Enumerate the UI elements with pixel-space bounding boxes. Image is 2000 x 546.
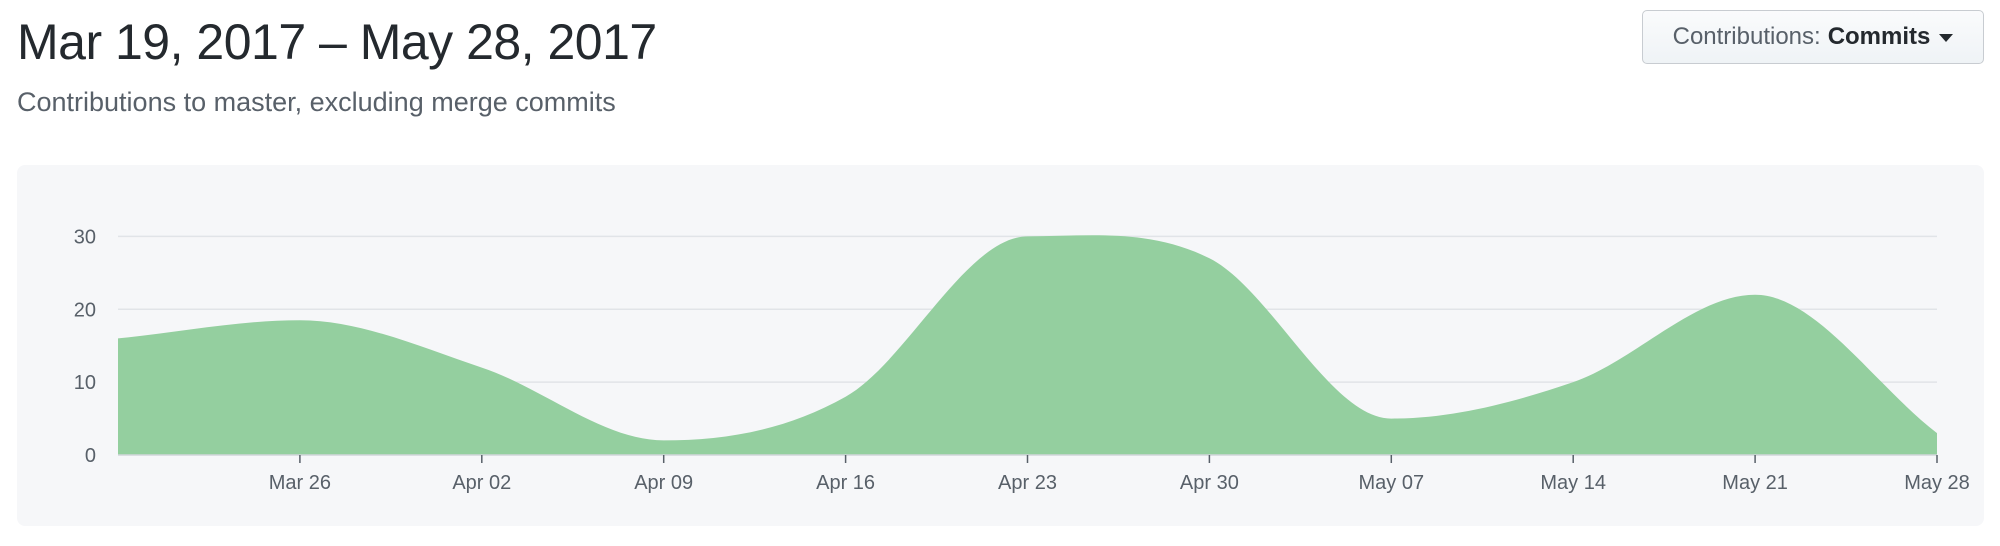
x-tick-label: Apr 02 xyxy=(452,472,511,494)
x-tick-label: May 14 xyxy=(1540,472,1606,494)
area-layer xyxy=(118,235,1937,455)
page-subtitle: Contributions to master, excluding merge… xyxy=(17,87,616,117)
y-tick-label: 10 xyxy=(74,372,96,394)
page-title: Mar 19, 2017 – May 28, 2017 xyxy=(17,14,657,70)
x-tick-label: May 28 xyxy=(1904,472,1970,494)
contributions-dropdown-button[interactable]: Contributions: Commits xyxy=(1642,10,1984,64)
x-tick-label: Apr 16 xyxy=(816,472,875,494)
contributions-label: Contributions: xyxy=(1672,23,1821,50)
caret-down-icon xyxy=(1939,34,1954,42)
y-tick-label: 0 xyxy=(85,445,96,467)
x-tick-label: May 07 xyxy=(1359,472,1425,494)
commits-area xyxy=(118,235,1937,455)
x-tick-label: May 21 xyxy=(1722,472,1788,494)
x-tick-label: Apr 09 xyxy=(634,472,693,494)
x-tick-label: Mar 26 xyxy=(269,472,331,494)
y-tick-label: 30 xyxy=(74,226,96,248)
x-tick-label: Apr 23 xyxy=(998,472,1057,494)
commits-area-chart: 0 10 20 30 Mar 26 Apr 02 Apr 09 Apr 16 Apr 23 Apr… xyxy=(74,226,1970,494)
x-tick-label: Apr 30 xyxy=(1180,472,1239,494)
contributions-value: Commits xyxy=(1827,23,1931,50)
chart-panel: 0 10 20 30 Mar 26 Apr 02 Apr 09 Apr 16 Apr 23 Apr… xyxy=(17,165,1984,526)
y-tick-label: 20 xyxy=(74,299,96,321)
